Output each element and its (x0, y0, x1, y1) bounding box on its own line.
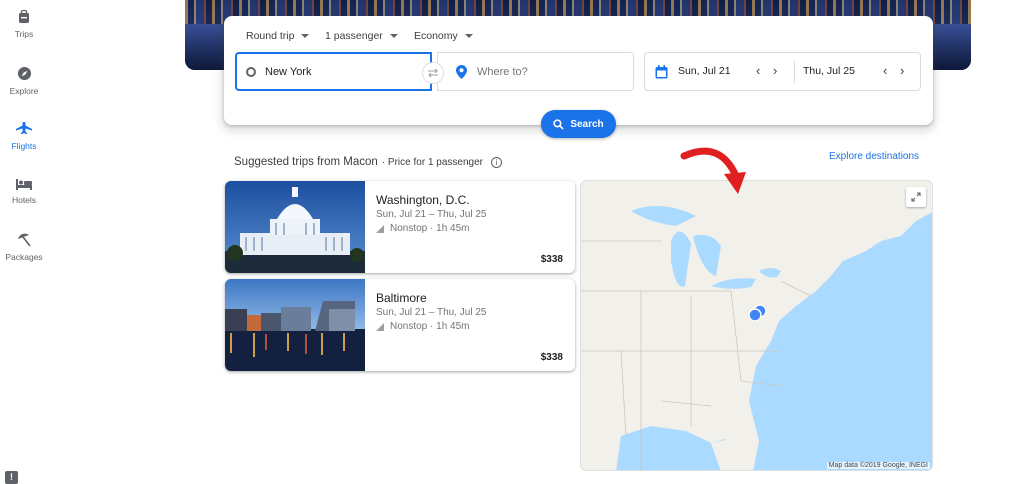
sidebar-item-label: Packages (5, 252, 43, 262)
sidebar-item-label: Hotels (11, 195, 37, 205)
chevron-down-icon (301, 34, 310, 38)
chevron-down-icon (389, 34, 398, 38)
trip-stops-text: Nonstop · 1h 45m (390, 321, 470, 332)
trip-stops: Nonstop · 1h 45m (376, 223, 470, 234)
suggested-trips-subtitle: · Price for 1 passenger (381, 156, 483, 168)
sidebar-item-explore[interactable]: Explore (0, 66, 48, 96)
sidebar-item-label: Explore (9, 86, 39, 96)
sidebar-item-hotels[interactable]: Hotels (0, 178, 48, 205)
flight-search-form: Round trip 1 passenger Economy New York … (224, 16, 933, 125)
trip-destination-city: Baltimore (376, 291, 427, 305)
origin-value: New York (265, 65, 312, 78)
explore-destinations-link[interactable]: Explore destinations (829, 151, 919, 162)
cabin-class-select[interactable]: Economy (414, 30, 473, 42)
suggested-trips-heading: Suggested trips from Macon · Price for 1… (234, 156, 502, 168)
washington-capitol-image (225, 181, 365, 273)
cabin-value: Economy (414, 30, 458, 42)
suggested-trips-title: Suggested trips from Macon (234, 156, 378, 168)
search-button[interactable]: Search (541, 110, 616, 138)
airplane-icon (16, 122, 32, 135)
trip-type-select[interactable]: Round trip (246, 30, 310, 42)
swap-arrows-icon (428, 68, 438, 78)
trip-stops-text: Nonstop · 1h 45m (390, 223, 470, 234)
sidebar-item-flights[interactable]: Flights (0, 122, 48, 151)
sidebar-item-label: Flights (11, 141, 37, 151)
bed-icon (16, 179, 32, 190)
location-pin-icon (456, 64, 467, 79)
trip-stops: Nonstop · 1h 45m (376, 321, 470, 332)
map-attribution: Map data ©2019 Google, INEGI (826, 462, 930, 469)
map-marker-washington (748, 308, 762, 322)
swap-origin-destination-button[interactable] (422, 62, 444, 84)
baltimore-harbor-image (225, 279, 365, 371)
passenger-value: 1 passenger (325, 30, 383, 42)
trip-card-washington[interactable]: Washington, D.C. Sun, Jul 21 – Thu, Jul … (225, 181, 575, 273)
origin-circle-icon (246, 66, 256, 77)
us-east-map-graphic (581, 181, 932, 470)
expand-map-button[interactable] (906, 187, 926, 207)
expand-icon (911, 192, 921, 202)
search-icon (553, 118, 564, 130)
calendar-icon (655, 65, 668, 79)
info-icon[interactable]: i (491, 156, 502, 168)
return-date[interactable]: Thu, Jul 25 (803, 65, 855, 77)
trip-type-value: Round trip (246, 30, 295, 42)
depart-next-day-button[interactable]: › (773, 64, 777, 78)
suitcase-icon (19, 10, 29, 23)
compass-icon (17, 66, 31, 81)
date-divider (794, 61, 795, 83)
origin-input[interactable]: New York (235, 52, 432, 91)
passenger-select[interactable]: 1 passenger (325, 30, 398, 42)
flight-path-icon (376, 224, 384, 233)
flight-path-icon (376, 322, 384, 331)
beach-umbrella-icon (18, 233, 31, 247)
trip-price: $338 (540, 352, 563, 363)
feedback-icon[interactable]: ! (5, 471, 18, 484)
left-nav-sidebar: Trips Explore Flights Hotels Packages ! (0, 0, 48, 484)
date-range-input: Sun, Jul 21 ‹ › Thu, Jul 25 ‹ › (644, 52, 921, 91)
return-next-day-button[interactable]: › (900, 64, 904, 78)
trip-destination-city: Washington, D.C. (376, 193, 470, 207)
depart-date[interactable]: Sun, Jul 21 (678, 65, 731, 77)
sidebar-item-label: Trips (14, 29, 34, 39)
trip-price: $338 (540, 254, 563, 265)
red-annotation-arrow-icon (680, 147, 746, 194)
trip-card-baltimore[interactable]: Baltimore Sun, Jul 21 – Thu, Jul 25 Nons… (225, 279, 575, 371)
destination-placeholder: Where to? (477, 65, 528, 78)
sidebar-item-trips[interactable]: Trips (0, 10, 48, 39)
chevron-down-icon (464, 34, 473, 38)
return-prev-day-button[interactable]: ‹ (883, 64, 887, 78)
trip-dates: Sun, Jul 21 – Thu, Jul 25 (376, 209, 487, 220)
sidebar-item-packages[interactable]: Packages (0, 233, 48, 262)
depart-prev-day-button[interactable]: ‹ (756, 64, 760, 78)
trip-dates: Sun, Jul 21 – Thu, Jul 25 (376, 307, 487, 318)
destinations-map[interactable]: Map data ©2019 Google, INEGI (580, 180, 933, 471)
destination-input[interactable]: Where to? (437, 52, 634, 91)
search-button-label: Search (570, 118, 604, 130)
